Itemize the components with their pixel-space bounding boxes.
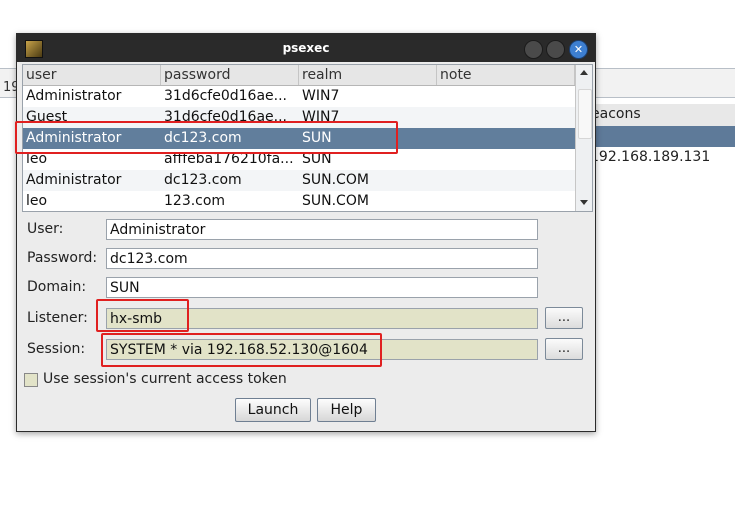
minimize-button[interactable]: [524, 40, 543, 59]
close-button[interactable]: ✕: [569, 40, 588, 59]
listener-label: Listener:: [27, 310, 88, 326]
cell-user: Administrator: [26, 172, 122, 188]
highlight-selected-row: [15, 121, 398, 154]
maximize-button[interactable]: [546, 40, 565, 59]
listener-browse-button[interactable]: ...: [545, 307, 583, 329]
cell-note: [437, 107, 575, 128]
cell-password: dc123.com: [164, 172, 242, 188]
cell-realm: SUN.COM: [302, 172, 369, 188]
titlebar[interactable]: psexec ✕: [17, 34, 595, 62]
cell-note: [437, 191, 575, 211]
cell-user: leo: [26, 193, 48, 209]
table-row[interactable]: Administrator 31d6cfe0d16ae... WIN7: [23, 86, 575, 107]
access-token-checkbox[interactable]: [24, 373, 38, 387]
table-row[interactable]: leo 123.com SUN.COM: [23, 191, 575, 211]
table-row[interactable]: Administrator dc123.com SUN.COM: [23, 170, 575, 191]
cell-realm: SUN.COM: [302, 193, 369, 209]
password-label: Password:: [27, 250, 98, 266]
cell-note: [437, 170, 575, 191]
cell-password: 31d6cfe0d16ae...: [164, 88, 287, 104]
cell-password: 123.com: [164, 193, 226, 209]
domain-input[interactable]: SUN: [106, 277, 538, 298]
background-selected-row: [595, 126, 735, 147]
highlight-session: [101, 333, 382, 367]
cell-note: [437, 86, 575, 107]
user-label: User:: [27, 221, 64, 237]
background-table-cell: 192.168.189.131: [590, 149, 711, 165]
scroll-up-icon[interactable]: [580, 70, 588, 75]
user-input[interactable]: Administrator: [106, 219, 538, 240]
column-header-realm[interactable]: realm: [299, 65, 437, 85]
domain-label: Domain:: [27, 279, 87, 295]
cell-note: [437, 149, 575, 170]
column-header-note[interactable]: note: [437, 65, 575, 85]
window-title: psexec: [282, 41, 330, 55]
session-browse-button[interactable]: ...: [545, 338, 583, 360]
scroll-thumb[interactable]: [578, 89, 592, 139]
session-label: Session:: [27, 341, 86, 357]
column-header-user[interactable]: user: [23, 65, 161, 85]
access-token-label: Use session's current access token: [43, 371, 287, 387]
launch-button[interactable]: Launch: [235, 398, 311, 422]
table-scrollbar[interactable]: [575, 65, 592, 211]
table-header: user password realm note: [23, 65, 575, 86]
cell-note: [437, 128, 575, 149]
background-column-label: eacons: [591, 106, 641, 122]
scroll-down-icon[interactable]: [580, 200, 588, 205]
password-input[interactable]: dc123.com: [106, 248, 538, 269]
background-table-header: eacons: [591, 104, 735, 127]
cell-realm: WIN7: [302, 88, 340, 104]
cell-user: Administrator: [26, 88, 122, 104]
close-icon: ✕: [573, 43, 584, 56]
column-header-password[interactable]: password: [161, 65, 299, 85]
psexec-dialog: psexec ✕ user password realm note Admini…: [16, 33, 596, 432]
highlight-listener: [96, 299, 189, 332]
help-button[interactable]: Help: [317, 398, 376, 422]
